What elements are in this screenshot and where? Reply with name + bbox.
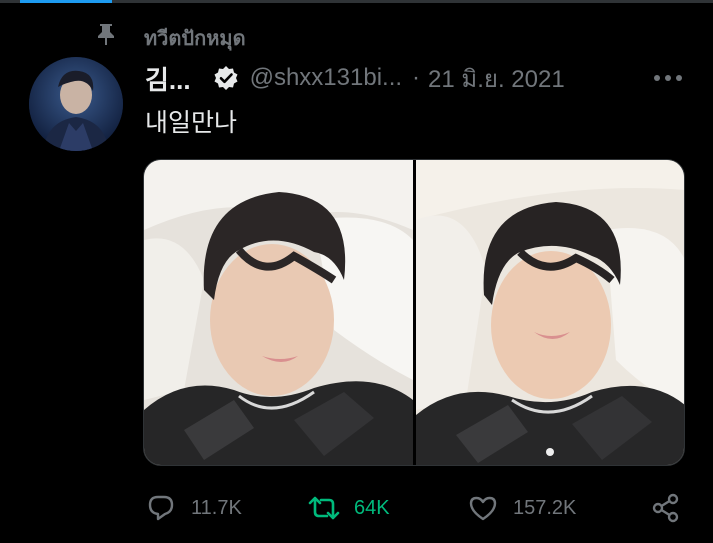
verified-badge-icon: [213, 64, 241, 92]
tweet-text: 내일만나: [145, 109, 238, 137]
photo-right[interactable]: [415, 160, 684, 465]
tweet-actions: 11.7K 64K 157.2K: [145, 488, 690, 528]
share-icon: [650, 492, 682, 524]
reply-button[interactable]: 11.7K: [145, 488, 242, 528]
pinned-indicator: ทวีตปักหมุด: [92, 20, 246, 50]
photo-left[interactable]: [144, 160, 413, 465]
pin-icon: [92, 20, 120, 48]
retweet-count: 64K: [354, 496, 390, 519]
separator-dot: ·: [412, 64, 421, 91]
tweet-date[interactable]: 21 มิ.ย. 2021: [428, 59, 565, 98]
user-handle[interactable]: @shxx131bi...: [250, 64, 402, 92]
more-dots-icon[interactable]: [650, 66, 686, 90]
tweet-header: 김... @shxx131bi... · 21 มิ.ย. 2021: [145, 60, 565, 96]
reply-icon: [145, 492, 177, 524]
like-count: 157.2K: [513, 496, 577, 519]
like-button[interactable]: 157.2K: [467, 488, 576, 528]
retweet-button[interactable]: 64K: [308, 488, 390, 528]
avatar[interactable]: [29, 57, 123, 151]
retweet-icon: [308, 492, 340, 524]
tweet-media[interactable]: [143, 159, 685, 466]
share-button[interactable]: [650, 488, 682, 528]
reply-count: 11.7K: [191, 496, 242, 519]
display-name[interactable]: 김...: [145, 60, 191, 97]
tab-indicator: [20, 0, 112, 3]
heart-icon: [467, 492, 499, 524]
pinned-label: ทวีตปักหมุด: [144, 28, 246, 50]
